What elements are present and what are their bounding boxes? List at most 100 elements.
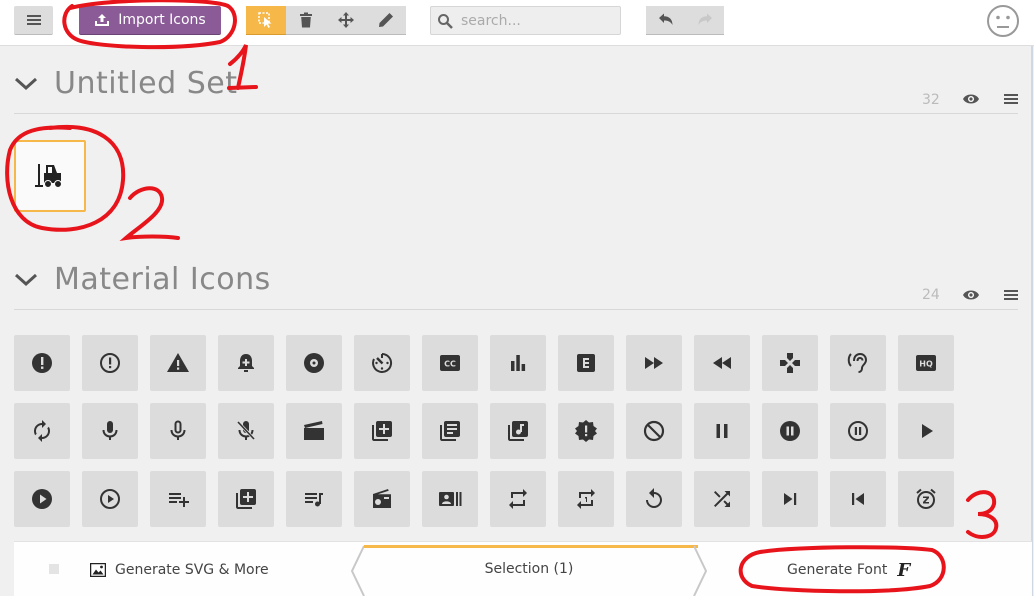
glyph-tile[interactable]: [14, 403, 70, 459]
glyph-tile[interactable]: [14, 335, 70, 391]
select-mode-button[interactable]: [246, 6, 286, 35]
search-input[interactable]: [459, 11, 613, 30]
queue-icon: [236, 489, 256, 509]
glyph-tile[interactable]: [218, 335, 274, 391]
glyph-tile[interactable]: [354, 471, 410, 527]
glyph-tile[interactable]: [490, 403, 546, 459]
edit-mode-button[interactable]: [366, 6, 406, 35]
glyph-tile[interactable]: [558, 471, 614, 527]
undo-icon: [658, 13, 672, 25]
image-icon: [90, 563, 106, 577]
set-menu-icon[interactable]: [1004, 93, 1018, 105]
repeat-icon: [509, 489, 527, 509]
glyph-tile[interactable]: [626, 471, 682, 527]
glyph-tile[interactable]: [150, 335, 206, 391]
bottom-action-bar: Generate SVG & More Selection (1) Genera…: [14, 541, 1032, 596]
glyph-tile[interactable]: [82, 471, 138, 527]
neutral-face-icon[interactable]: [986, 4, 1020, 38]
glyph-tile[interactable]: [694, 471, 750, 527]
glyph-tile[interactable]: [490, 335, 546, 391]
selected-glyph-forklift[interactable]: [14, 140, 86, 212]
eye-icon[interactable]: [963, 93, 979, 105]
glyph-tile[interactable]: [694, 403, 750, 459]
glyph-tile[interactable]: CC: [422, 335, 478, 391]
glyph-tile[interactable]: [626, 403, 682, 459]
movie-icon: [304, 421, 324, 440]
main-menu-button[interactable]: [14, 6, 53, 35]
pause-icon: [716, 424, 728, 438]
glyph-tile: [26, 553, 82, 585]
closed-caption-icon: CC: [440, 355, 460, 371]
glyph-tile[interactable]: [898, 471, 954, 527]
glyph-tile[interactable]: [218, 471, 274, 527]
search-box: [430, 6, 621, 35]
generate-font-button[interactable]: Generate Font F: [787, 556, 910, 584]
magnifier-icon: [438, 13, 453, 29]
glyph-tile[interactable]: [150, 403, 206, 459]
glyph-row: [14, 471, 974, 527]
eye-icon[interactable]: [963, 289, 979, 301]
glyph-tile[interactable]: [898, 403, 954, 459]
new-releases-icon: [575, 420, 597, 442]
material-icons-set-header: Material Icons 24: [14, 262, 1018, 303]
mic-none-icon: [170, 420, 186, 440]
glyph-row: CC HQ: [14, 335, 974, 391]
glyph-tile[interactable]: [626, 335, 682, 391]
add-alert-icon: [238, 354, 254, 372]
glyph-tile[interactable]: HQ: [898, 335, 954, 391]
set-menu-icon[interactable]: [1004, 289, 1018, 301]
glyph-tile[interactable]: [286, 335, 342, 391]
play-circle-filled-icon: [32, 489, 52, 509]
generate-svg-button[interactable]: Generate SVG & More: [90, 556, 269, 584]
scrolled-glyph-row-faded: [26, 553, 82, 585]
glyph-tile[interactable]: [82, 335, 138, 391]
fast-forward-icon: [645, 357, 663, 369]
glyph-tile[interactable]: [762, 403, 818, 459]
set-divider: [14, 309, 1018, 310]
forklift-icon: [35, 164, 62, 188]
move-mode-button[interactable]: [326, 6, 366, 35]
selection-tab[interactable]: Selection (1): [350, 542, 708, 596]
fast-rewind-icon: [713, 357, 731, 369]
playlist-add-icon: [169, 493, 189, 507]
equalizer-icon: [511, 355, 526, 371]
tab-right-bracket-icon: [693, 545, 708, 596]
glyph-tile[interactable]: [354, 403, 410, 459]
chevron-down-icon[interactable]: [14, 272, 38, 288]
not-interested-icon: [643, 420, 665, 442]
glyph-tile[interactable]: [558, 403, 614, 459]
glyph-tile[interactable]: [694, 335, 750, 391]
redo-button[interactable]: [685, 6, 724, 35]
glyph-tile[interactable]: [490, 471, 546, 527]
selection-label: Selection (1): [484, 561, 574, 577]
glyph-tile[interactable]: [830, 403, 886, 459]
chevron-down-icon[interactable]: [14, 76, 38, 92]
svg-text:CC: CC: [444, 360, 456, 369]
recent-actors-icon: [439, 492, 462, 506]
glyph-tile[interactable]: [422, 471, 478, 527]
glyph-tile[interactable]: [14, 471, 70, 527]
mic-off-icon: [236, 420, 256, 441]
glyph-tile[interactable]: [286, 403, 342, 459]
glyph-tile[interactable]: [762, 335, 818, 391]
glyph-tile[interactable]: [218, 403, 274, 459]
error-icon: [32, 353, 52, 373]
error-outline-icon: [100, 353, 120, 373]
glyph-tile[interactable]: [830, 335, 886, 391]
glyph-tile[interactable]: [286, 471, 342, 527]
undo-button[interactable]: [646, 6, 685, 35]
skip-previous-icon: [852, 493, 864, 505]
skip-next-icon: [784, 493, 797, 505]
glyph-tile[interactable]: [150, 471, 206, 527]
glyph-tile[interactable]: [830, 471, 886, 527]
glyph-tile[interactable]: [558, 335, 614, 391]
glyph-tile[interactable]: [762, 471, 818, 527]
warning-icon: [167, 353, 189, 372]
queue-music-icon: [305, 493, 323, 507]
glyph-tile[interactable]: [354, 335, 410, 391]
pause-circle-filled-icon: [780, 421, 800, 441]
glyph-tile[interactable]: [82, 403, 138, 459]
glyph-tile[interactable]: [422, 403, 478, 459]
import-icons-button[interactable]: Import Icons: [79, 6, 221, 35]
delete-mode-button[interactable]: [286, 6, 326, 35]
